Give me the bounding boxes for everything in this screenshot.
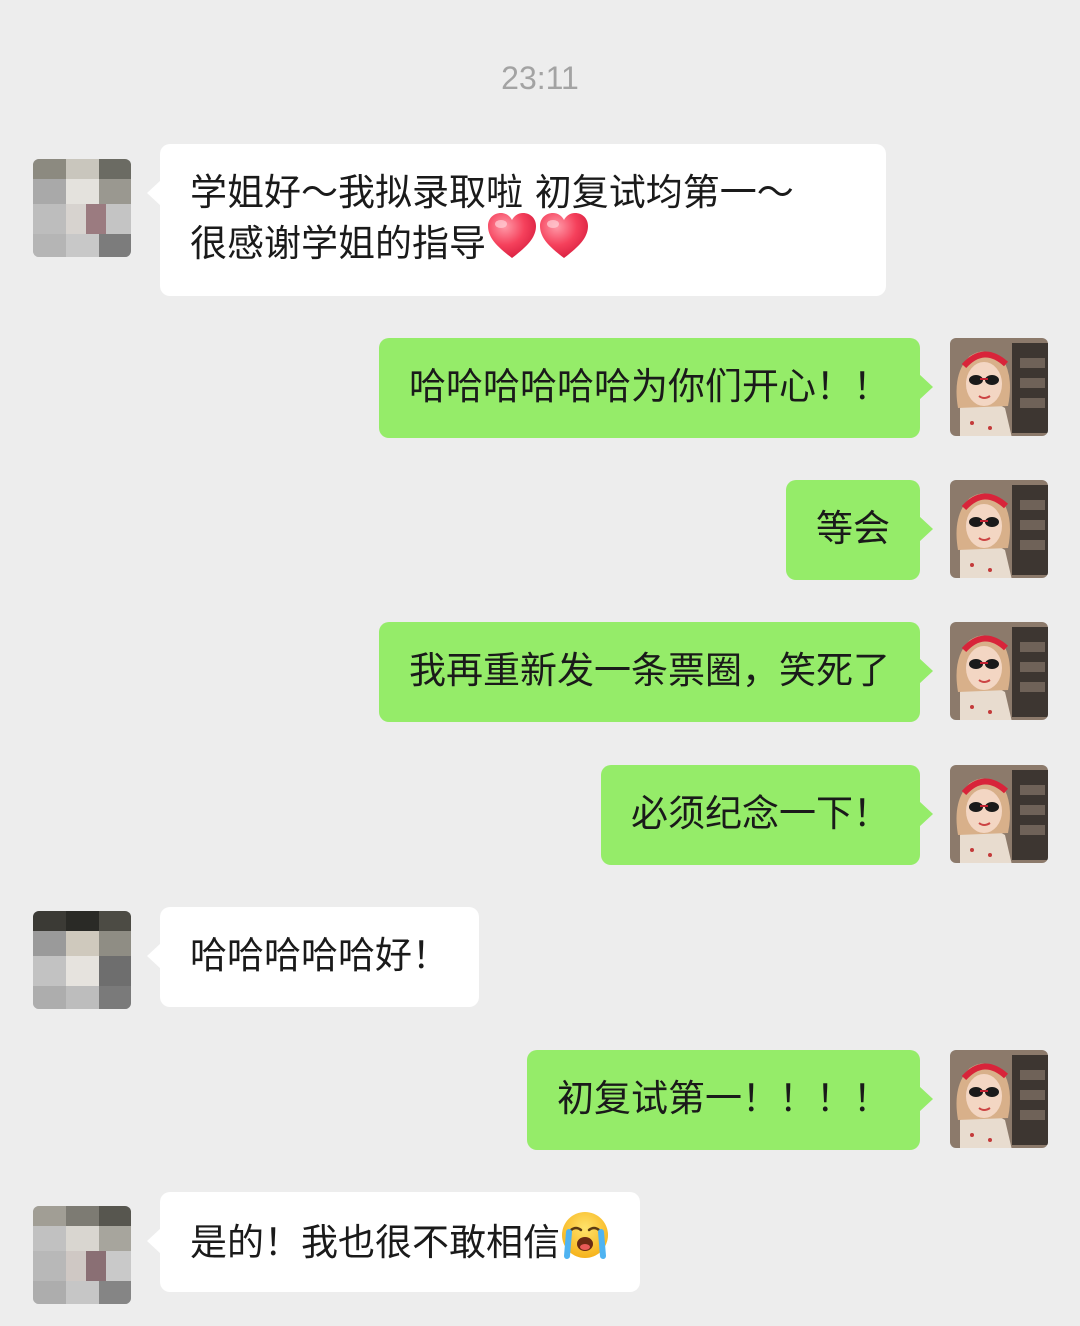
message-text: 很感谢学姐的指导 (190, 222, 486, 265)
message-text: 等会 (816, 507, 890, 550)
pixelated-avatar-image (33, 1206, 131, 1304)
message-bubble-outgoing[interactable]: 必须纪念一下！ (601, 765, 933, 865)
my-avatar[interactable] (950, 765, 1048, 863)
girl-sunglasses-avatar-image (950, 1050, 1048, 1148)
message-text: 哈哈哈哈哈好！ (190, 934, 449, 977)
message-bubble-outgoing[interactable]: 初复试第一！！！！ (527, 1050, 933, 1150)
loudly-crying-face-icon (560, 1210, 610, 1273)
contact-avatar[interactable] (33, 1206, 131, 1304)
message-bubble-incoming[interactable]: 学姐好～我拟录取啦 初复试均第一～ 很感谢学姐的指导 (147, 144, 886, 296)
my-avatar[interactable] (950, 1050, 1048, 1148)
message-text: 哈哈哈哈哈哈为你们开心！！ (409, 365, 890, 408)
chat-timestamp: 23:11 (501, 60, 579, 96)
message-text-line-with-icons: 很感谢学姐的指导 (190, 213, 856, 273)
message-text: 我再重新发一条票圈，笑死了 (409, 649, 890, 692)
contact-avatar[interactable] (33, 911, 131, 1009)
pixelated-avatar-image (33, 911, 131, 1009)
girl-sunglasses-avatar-image (950, 480, 1048, 578)
my-avatar[interactable] (950, 480, 1048, 578)
message-bubble-incoming[interactable]: 哈哈哈哈哈好！ (147, 907, 479, 1007)
message-bubble-outgoing[interactable]: 哈哈哈哈哈哈为你们开心！！ (379, 338, 933, 438)
girl-sunglasses-avatar-image (950, 338, 1048, 436)
message-text: 初复试第一！！！！ (557, 1077, 890, 1120)
pixelated-avatar-image (33, 159, 131, 257)
message-bubble-outgoing[interactable]: 等会 (786, 480, 933, 580)
my-avatar[interactable] (950, 622, 1048, 720)
contact-avatar[interactable] (33, 159, 131, 257)
girl-sunglasses-avatar-image (950, 765, 1048, 863)
message-text: 必须纪念一下！ (631, 792, 890, 835)
message-text-line: 学姐好～我拟录取啦 初复试均第一～ (190, 171, 794, 214)
message-bubble-outgoing[interactable]: 我再重新发一条票圈，笑死了 (379, 622, 933, 722)
heart-icon (486, 212, 538, 273)
heart-icon (538, 212, 590, 273)
message-bubble-incoming[interactable]: 是的！我也很不敢相信 (147, 1192, 640, 1292)
my-avatar[interactable] (950, 338, 1048, 436)
girl-sunglasses-avatar-image (950, 622, 1048, 720)
message-text: 是的！我也很不敢相信 (190, 1221, 560, 1264)
